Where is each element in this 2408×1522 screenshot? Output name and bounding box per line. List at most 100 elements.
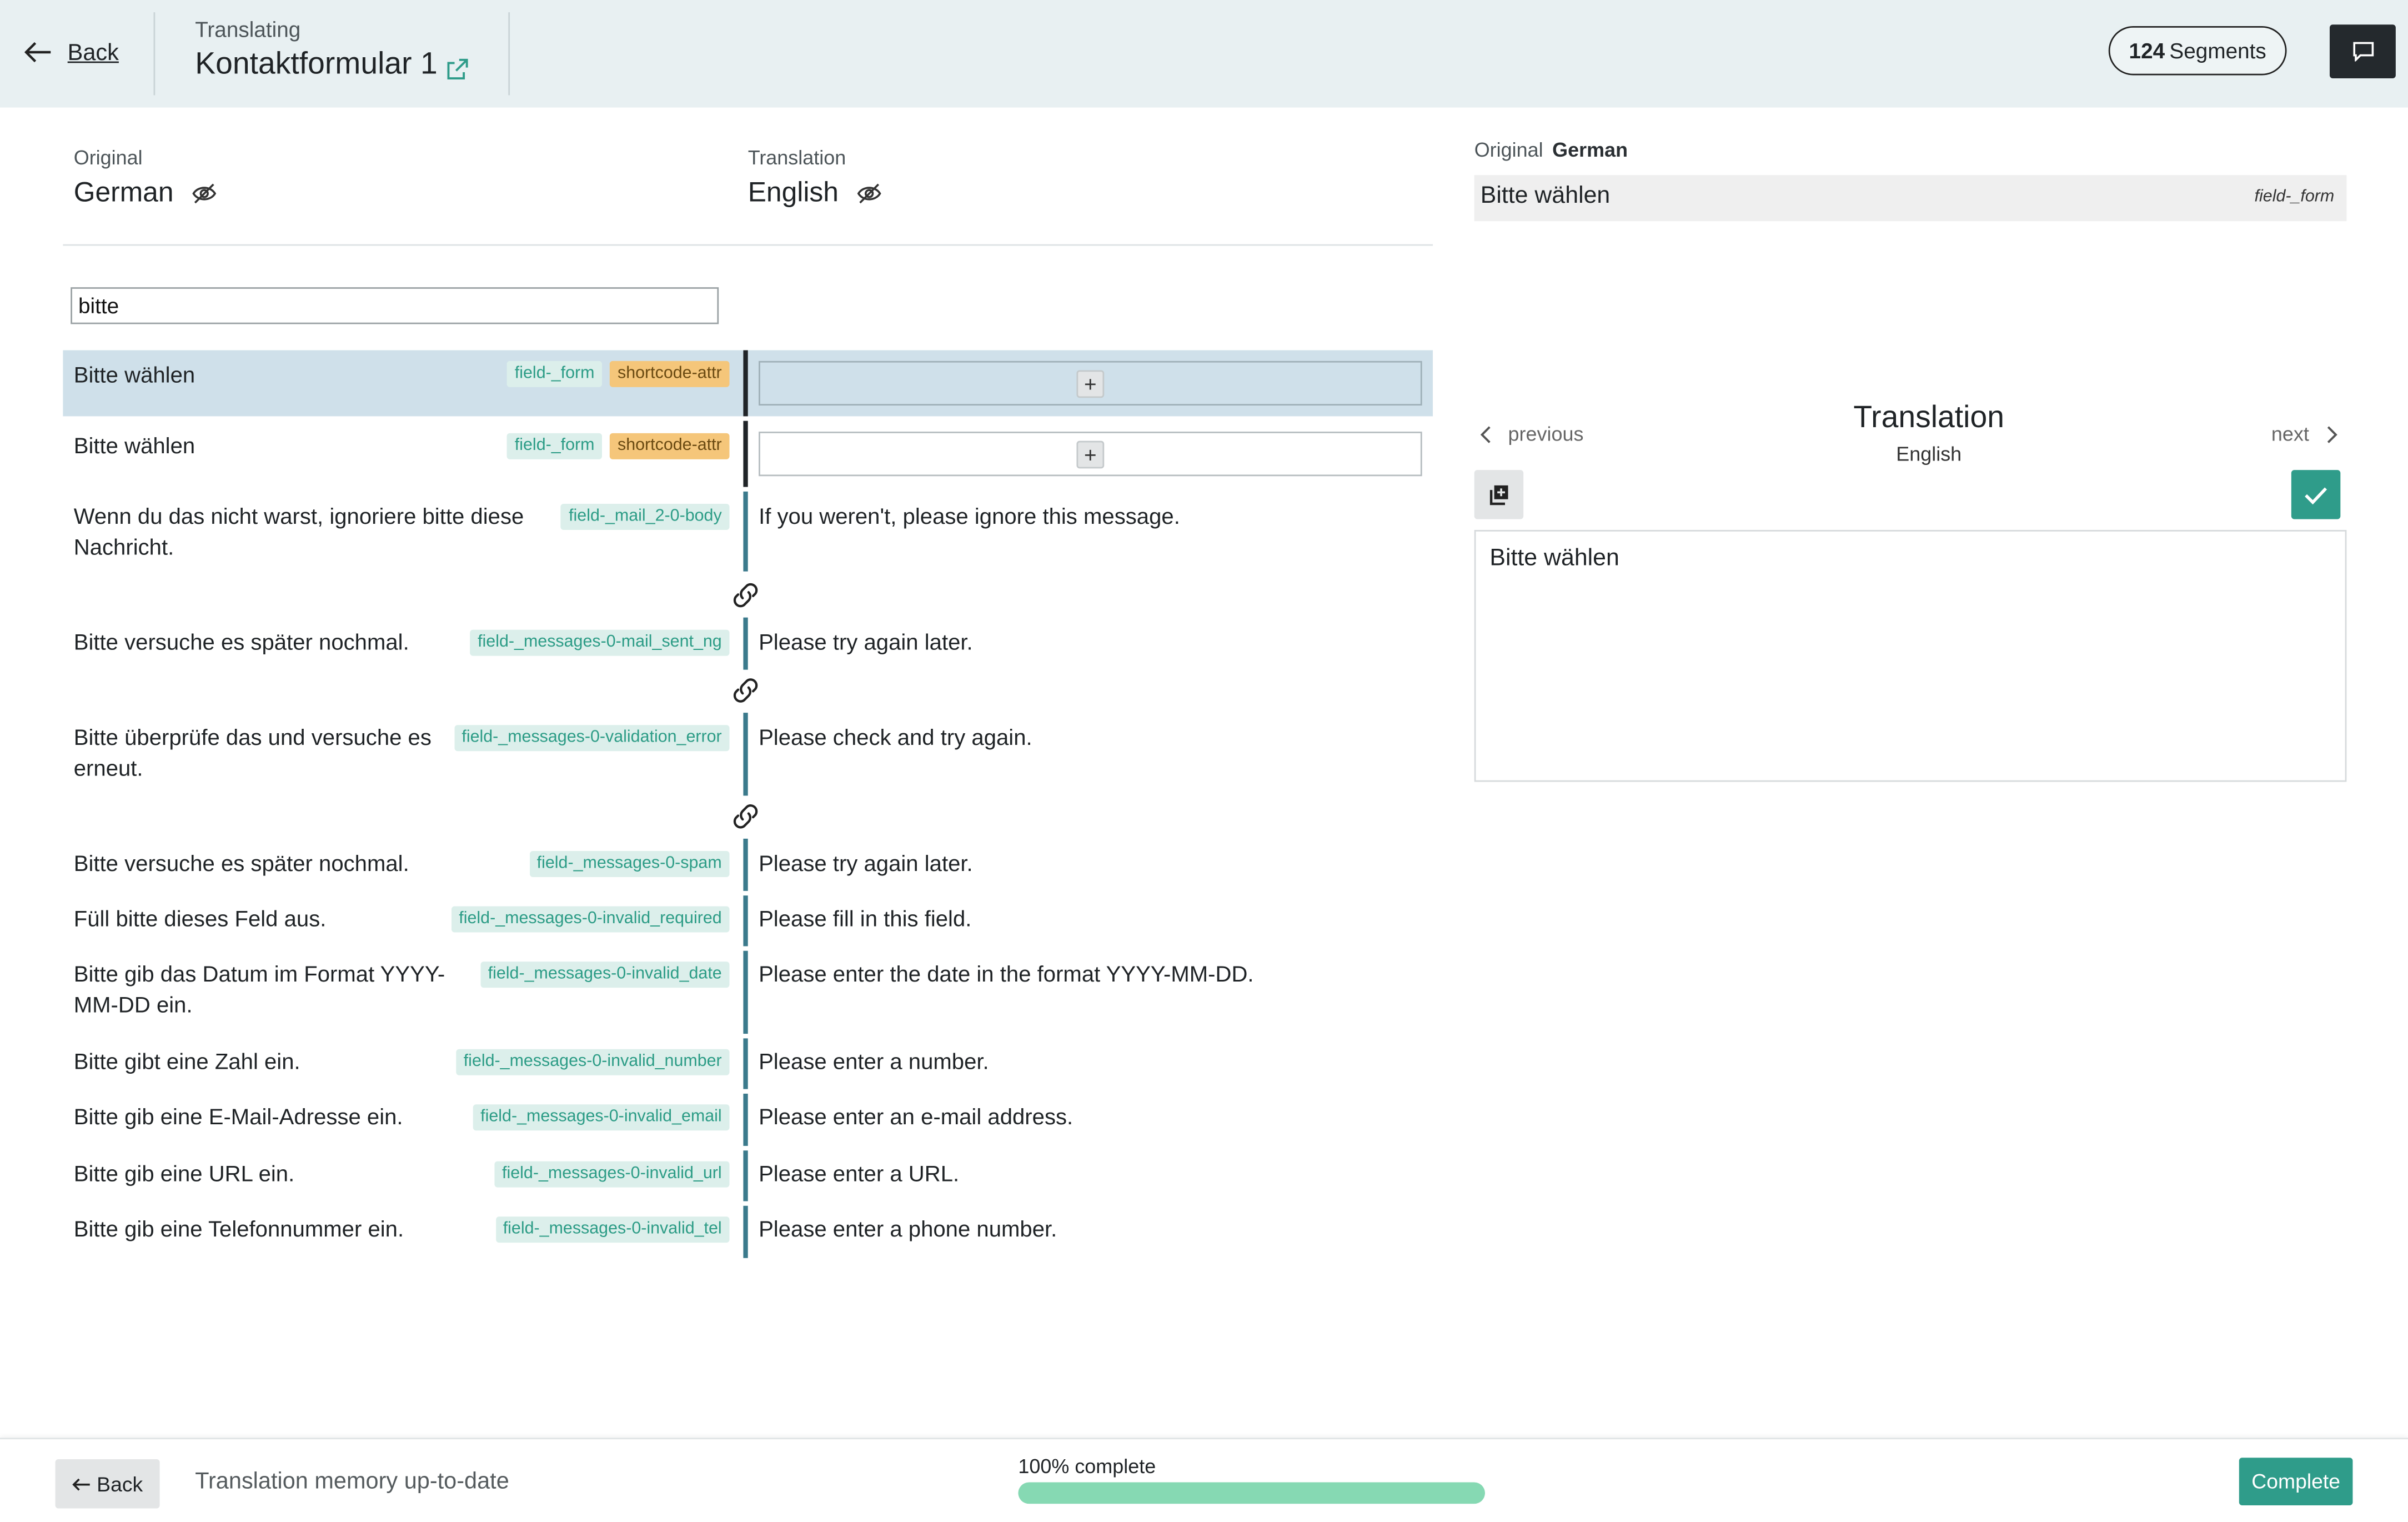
segment-row[interactable]: Füll bitte dieses Feld aus. field-_messa… [63,895,1433,947]
editor-original-label: Original [1474,138,1543,162]
confirm-translation-button[interactable] [2291,470,2341,519]
segment-tags: field-_messages-0-spam [529,850,730,877]
previous-segment-button[interactable]: previous [1480,422,1584,445]
segment-source: Bitte gib eine URL ein. [73,1163,295,1188]
editor-title: Translation [1853,400,2004,435]
editor-language: English [1896,442,1962,465]
editor-original-header: Original German [1474,138,1628,161]
segment-status-bar [743,420,748,487]
segment-source: Bitte versuche es später nochmal. [73,631,409,656]
segments-count-button[interactable]: 124 Segments [2108,26,2287,76]
chain-link-icon[interactable] [728,799,764,834]
segment-target[interactable]: Please fill in this field. [759,905,971,935]
segment-target[interactable]: If you weren't, please ignore this messa… [759,502,1180,533]
segment-row[interactable]: Bitte versuche es später nochmal. field-… [63,617,1433,670]
segment-tags: field-_form shortcode-attr [506,433,730,459]
segment-source: Bitte gib das Datum im Format YYYY-MM-DD… [73,963,445,1019]
segment-row[interactable]: Bitte versuche es später nochmal. field-… [63,838,1433,891]
page-title-text: Kontaktformular 1 [195,47,438,82]
top-bar: Back Translating Kontaktformular 1 124 S… [0,0,2408,108]
copy-source-button[interactable] [1474,470,1524,519]
segment-status-bar [743,1038,748,1089]
segment-tags: field-_messages-0-invalid_url [494,1161,730,1188]
segment-status-bar [743,350,748,417]
segment-tag: field-_messages-0-spam [529,850,730,877]
segment-tags: field-_messages-0-mail_sent_ng [470,629,730,656]
header-subtitle: Translating [195,17,301,42]
segment-row[interactable]: Wenn du das nicht warst, ignoriere bitte… [63,491,1433,572]
translation-memory-status: Translation memory up-to-date [195,1468,509,1495]
segment-target[interactable]: Please enter a number. [759,1048,989,1078]
original-language: German [74,177,217,209]
eye-slash-icon[interactable] [192,182,217,204]
complete-button[interactable]: Complete [2239,1458,2353,1506]
next-label: next [2271,422,2309,445]
segment-status-bar [743,1150,748,1201]
add-translation-button[interactable]: + [1076,440,1105,468]
segment-source: Bitte überprüfe das und versuche es erne… [73,726,432,782]
back-link[interactable]: Back [24,34,119,71]
header-divider [153,12,155,96]
translation-language-name: English [748,177,839,208]
segment-tag: field-_mail_2-0-body [561,504,730,530]
segment-source: Bitte gib eine Telefonnummer ein. [73,1218,404,1243]
segment-tags: field-_mail_2-0-body [561,504,730,530]
segment-tags: field-_messages-0-invalid_email [473,1104,730,1131]
next-segment-button[interactable]: next [2271,422,2337,445]
segment-row[interactable]: Bitte wählen field-_form shortcode-attr … [63,350,1433,417]
segment-target[interactable]: Please enter an e-mail address. [759,1103,1073,1133]
segment-tag: field-_form [506,433,603,459]
segment-tag: shortcode-attr [610,361,730,387]
segment-status-bar [743,713,748,796]
segment-target[interactable]: Please enter the date in the format YYYY… [759,960,1254,990]
segment-row[interactable]: Bitte gib eine URL ein. field-_messages-… [63,1150,1433,1201]
add-translation-button[interactable]: + [1076,369,1105,397]
segment-tags: field-_messages-0-invalid_number [455,1049,730,1075]
original-language-name: German [73,177,174,208]
previous-label: previous [1508,422,1584,445]
translation-textarea[interactable]: Bitte wählen [1474,530,2347,782]
chain-link-icon[interactable] [728,673,764,708]
translation-language: English [748,177,882,209]
segment-row[interactable]: Bitte gib das Datum im Format YYYY-MM-DD… [63,950,1433,1034]
segment-target[interactable]: Please try again later. [759,628,973,659]
segment-status-bar [743,1093,748,1146]
footer-back-button[interactable]: Back [55,1459,160,1509]
segment-status-bar [743,1205,748,1258]
add-translation-box[interactable]: + [759,361,1422,406]
segment-tag: field-_form [506,361,603,387]
segment-target[interactable]: Please enter a phone number. [759,1215,1057,1245]
segment-row[interactable]: Bitte wählen field-_form shortcode-attr … [63,420,1433,487]
segment-source: Bitte wählen [73,434,195,459]
progress-bar-fill [1018,1482,1486,1504]
segment-row[interactable]: Bitte überprüfe das und versuche es erne… [63,713,1433,796]
segment-row[interactable]: Bitte gib eine E-Mail-Adresse ein. field… [63,1093,1433,1146]
segment-tags: field-_messages-0-invalid_date [480,962,730,988]
segment-row[interactable]: Bitte gibt eine Zahl ein. field-_message… [63,1038,1433,1089]
segment-source: Bitte versuche es später nochmal. [73,852,409,877]
segment-target[interactable]: Please enter a URL. [759,1160,959,1190]
segment-tag: field-_messages-0-invalid_url [494,1161,730,1188]
segments-label: Segments [2169,38,2266,63]
editor-source-text: Bitte wählen [1480,183,1611,209]
chain-link-icon[interactable] [728,578,764,613]
segment-source: Bitte gib eine E-Mail-Adresse ein. [73,1106,403,1131]
segment-source: Wenn du das nicht warst, ignoriere bitte… [73,505,524,561]
footer-back-label: Back [97,1472,143,1496]
header-divider [508,12,510,96]
external-link-icon[interactable] [447,58,468,79]
search-input[interactable] [71,287,719,324]
segment-tag: field-_messages-0-invalid_email [473,1104,730,1131]
eye-slash-icon[interactable] [857,182,881,204]
comment-button[interactable] [2329,24,2396,79]
add-translation-box[interactable]: + [759,432,1422,477]
editor-source-box: Bitte wählen field-_form [1474,175,2347,222]
segment-row[interactable]: Bitte gib eine Telefonnummer ein. field-… [63,1205,1433,1258]
segment-tag: field-_messages-0-invalid_tel [495,1216,730,1243]
segment-target[interactable]: Please try again later. [759,849,973,880]
progress-label: 100% complete [1018,1454,1156,1478]
segment-target[interactable]: Please check and try again. [759,723,1032,754]
column-header-divider [63,244,1433,246]
original-column-label: Original [73,146,143,169]
segment-tags: field-_messages-0-invalid_required [451,906,730,933]
